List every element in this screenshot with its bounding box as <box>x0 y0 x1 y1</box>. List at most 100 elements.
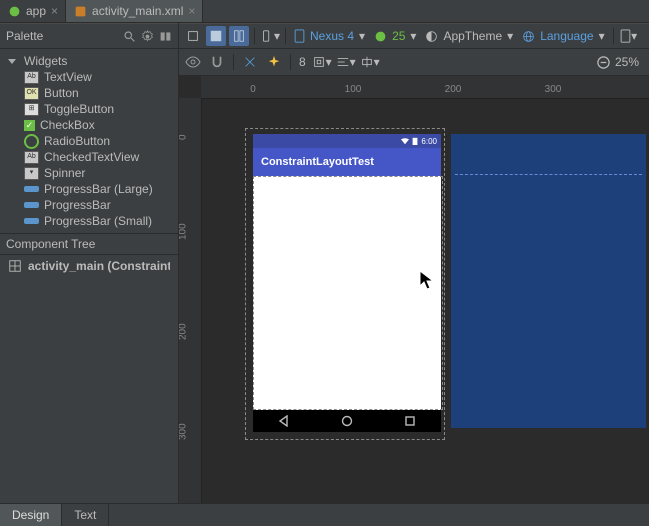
toggle-icon: ⊞ <box>24 103 39 116</box>
nav-home-icon <box>341 415 353 427</box>
api-selector[interactable]: 25▾ <box>371 29 419 43</box>
eye-icon[interactable] <box>183 52 203 72</box>
app-bar: ConstraintLayoutTest <box>253 148 441 176</box>
component-tree-title: Component Tree <box>6 237 95 251</box>
palette-item-progressbar-large[interactable]: ProgressBar (Large) <box>0 181 178 197</box>
nav-recent-icon <box>404 415 416 427</box>
magnet-icon[interactable] <box>207 52 227 72</box>
tab-label: Design <box>12 508 49 522</box>
palette-item-progressbar[interactable]: ProgressBar <box>0 197 178 213</box>
checkedtext-icon: Ab <box>24 151 39 164</box>
ruler-tick: 0 <box>250 84 256 95</box>
component-label: activity_main (ConstraintLayout) <box>28 259 170 273</box>
zoom-level: 25% <box>615 55 639 69</box>
palette-item-togglebutton[interactable]: ⊞ ToggleButton <box>0 101 178 117</box>
palette-item-button[interactable]: OKButton <box>0 85 178 101</box>
file-tab-label: app <box>26 4 46 18</box>
radio-icon <box>24 134 39 149</box>
design-toolbar: ▾ Nexus 4▾ 25▾ AppTheme▾ Language▾ ▾ <box>179 23 649 49</box>
constraint-toolbar: 8 ▾ ▾ ▾ 25% <box>179 49 649 76</box>
spinner-icon: ▾ <box>24 167 39 180</box>
side-panel: Palette Widgets Ab TextView OKButton ⊞ Tog… <box>0 23 179 503</box>
constraint-layout-icon <box>8 259 22 273</box>
api-level: 25 <box>390 29 407 43</box>
item-label: Spinner <box>44 166 85 180</box>
app-title: ConstraintLayoutTest <box>261 156 374 168</box>
tab-design[interactable]: Design <box>0 504 62 526</box>
progressbar-icon <box>24 186 39 192</box>
tab-text[interactable]: Text <box>62 504 109 526</box>
item-label: ProgressBar (Large) <box>44 182 153 196</box>
file-tab-app[interactable]: app × <box>0 0 66 22</box>
zoom-control[interactable]: 25% <box>590 55 645 70</box>
palette-item-progressbar-small[interactable]: ProgressBar (Small) <box>0 213 178 229</box>
xml-file-icon <box>73 4 87 18</box>
surface-select-icon[interactable] <box>183 26 203 46</box>
infer-constraints-icon[interactable] <box>264 52 284 72</box>
item-label: Button <box>44 86 79 100</box>
ruler-tick: 100 <box>179 223 189 240</box>
design-canvas[interactable]: 0 100 200 300 0 100 200 300 <box>179 76 649 503</box>
ruler-horizontal: 0 100 200 300 <box>201 76 649 99</box>
close-icon[interactable]: × <box>188 4 195 18</box>
palette-item-textview[interactable]: Ab TextView <box>0 69 178 85</box>
ruler-vertical: 0 100 200 300 <box>179 98 202 503</box>
file-tab-bar: app × activity_main.xml × <box>0 0 649 23</box>
device-name: Nexus 4 <box>308 29 356 43</box>
component-tree-header: Component Tree <box>0 233 178 255</box>
language-label: Language <box>538 29 595 43</box>
clear-constraints-icon[interactable] <box>240 52 260 72</box>
nav-back-icon <box>278 415 290 427</box>
progressbar-icon <box>24 218 39 224</box>
guideline-icon[interactable]: ▾ <box>360 52 380 72</box>
variant-icon[interactable]: ▾ <box>619 26 639 46</box>
ruler-tick: 300 <box>179 423 189 440</box>
design-area: ▾ Nexus 4▾ 25▾ AppTheme▾ Language▾ ▾ 8 ▾… <box>179 23 649 503</box>
nav-bar <box>253 410 441 432</box>
ruler-tick: 200 <box>445 84 462 95</box>
battery-icon <box>412 137 418 145</box>
palette-group-widgets[interactable]: Widgets <box>0 53 178 69</box>
status-bar: 6:00 <box>253 134 441 148</box>
item-label: CheckedTextView <box>44 150 139 164</box>
item-label: ToggleButton <box>44 102 114 116</box>
palette-item-radiobutton[interactable]: RadioButton <box>0 133 178 149</box>
device-selector[interactable]: Nexus 4▾ <box>291 29 368 43</box>
item-label: CheckBox <box>40 118 95 132</box>
folder-open-icon <box>8 59 16 64</box>
align-icon[interactable]: ▾ <box>336 52 356 72</box>
device-preview[interactable]: 6:00 ConstraintLayoutTest <box>245 128 445 440</box>
language-selector[interactable]: Language▾ <box>519 29 607 43</box>
theme-selector[interactable]: AppTheme▾ <box>422 29 516 43</box>
orientation-icon[interactable]: ▾ <box>260 26 280 46</box>
status-time: 6:00 <box>421 137 437 146</box>
ruler-tick: 300 <box>545 84 562 95</box>
palette-item-checkedtextview[interactable]: Ab CheckedTextView <box>0 149 178 165</box>
wifi-icon <box>401 137 409 145</box>
palette-item-spinner[interactable]: ▾ Spinner <box>0 165 178 181</box>
layout-options-icon[interactable] <box>158 29 172 43</box>
ruler-tick: 200 <box>179 323 189 340</box>
margin-icon[interactable]: ▾ <box>312 52 332 72</box>
component-tree-root[interactable]: activity_main (ConstraintLayout) <box>0 255 178 277</box>
surface-design-icon[interactable] <box>206 26 226 46</box>
gear-icon[interactable] <box>140 29 154 43</box>
item-label: TextView <box>44 70 92 84</box>
textview-icon: Ab <box>24 71 39 84</box>
zoom-out-icon <box>596 55 611 70</box>
checkbox-icon: ✓ <box>24 120 35 131</box>
ruler-tick: 100 <box>345 84 362 95</box>
tab-label: Text <box>74 508 96 522</box>
palette-item-checkbox[interactable]: ✓ CheckBox <box>0 117 178 133</box>
default-margin[interactable]: 8 <box>297 55 308 69</box>
close-icon[interactable]: × <box>51 4 58 18</box>
blueprint-preview[interactable] <box>451 134 646 428</box>
search-icon[interactable] <box>122 29 136 43</box>
palette-title: Palette <box>6 29 43 43</box>
theme-name: AppTheme <box>441 29 504 43</box>
file-tab-label: activity_main.xml <box>92 4 183 18</box>
ruler-tick: 0 <box>179 134 189 140</box>
surface-blueprint-icon[interactable] <box>229 26 249 46</box>
item-label: RadioButton <box>44 134 110 148</box>
file-tab-activity-main[interactable]: activity_main.xml × <box>66 0 203 22</box>
